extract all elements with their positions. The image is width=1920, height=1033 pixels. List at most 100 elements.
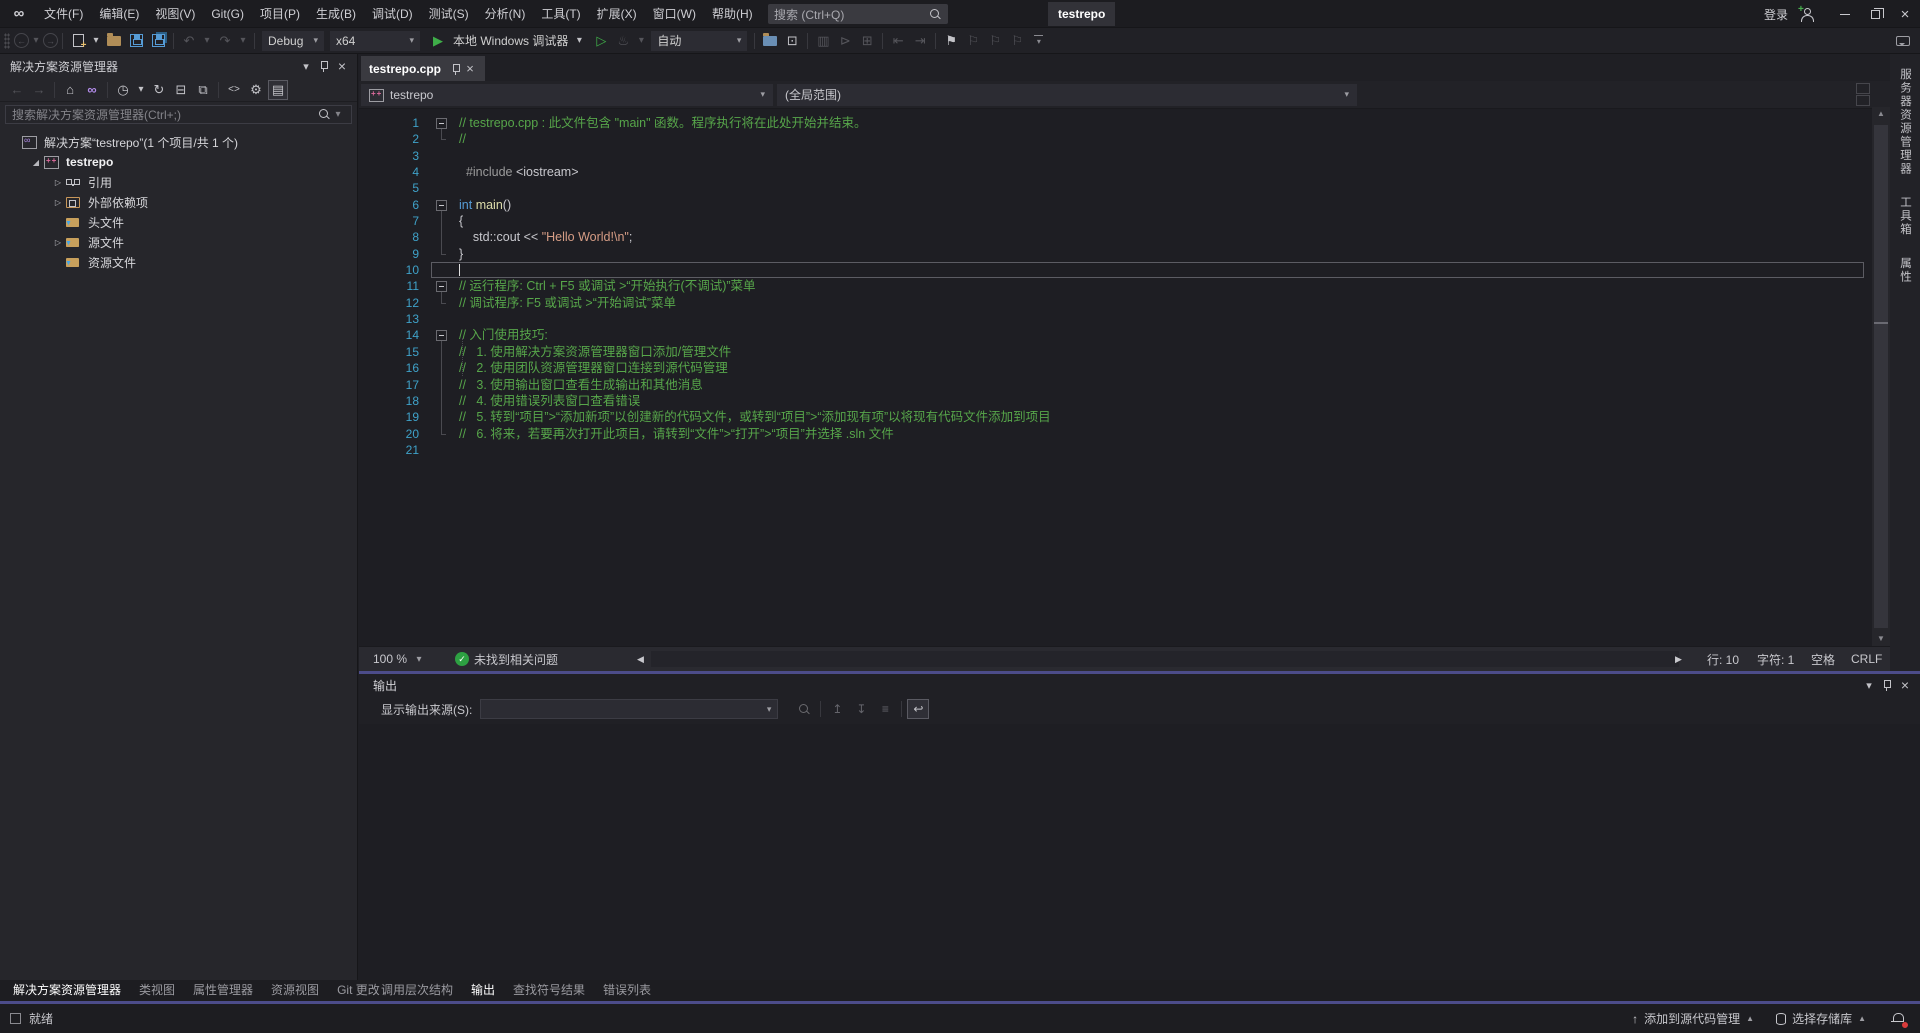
toolbar-overflow-icon[interactable]: ▾ <box>1034 35 1043 46</box>
line-number[interactable]: 15 <box>359 344 425 360</box>
scroll-up-icon[interactable]: ▲ <box>1872 107 1890 121</box>
toggle-word-wrap-icon[interactable]: ↩ <box>907 699 929 719</box>
start-without-debugging-icon[interactable]: ▷ <box>591 31 611 51</box>
collapse-all-icon[interactable]: ⊟ <box>171 80 191 100</box>
increase-indent-icon[interactable]: ⇥ <box>910 31 930 51</box>
line-number[interactable]: 1 <box>359 115 425 131</box>
tool-window-tab[interactable]: 查找符号结果 <box>504 980 594 1001</box>
se-forward-icon[interactable]: → <box>29 80 49 100</box>
solution-explorer-search-box[interactable]: 搜索解决方案资源管理器(Ctrl+;) ▾ <box>5 105 352 124</box>
tab-close-icon[interactable]: × <box>463 60 477 78</box>
split-window-buttons[interactable] <box>1856 83 1870 107</box>
hscroll-left-icon[interactable]: ◀ <box>637 647 644 671</box>
tool-window-tab[interactable]: 解决方案资源管理器 <box>4 980 130 1001</box>
toolbar-drag-handle[interactable] <box>4 33 10 49</box>
output-window-position-icon[interactable]: ▾ <box>1860 676 1878 694</box>
menu-item[interactable]: 编辑(E) <box>91 0 147 28</box>
next-message-icon[interactable]: ↧ <box>850 699 872 719</box>
menu-item[interactable]: 测试(S) <box>421 0 477 28</box>
redo-dropdown-icon[interactable]: ▾ <box>237 31 249 51</box>
line-number[interactable]: 3 <box>359 148 425 164</box>
tree-item[interactable]: 资源文件 <box>0 252 357 272</box>
type-scope-dropdown[interactable]: (全局范围) ▾ <box>777 84 1357 106</box>
line-number[interactable]: 16 <box>359 360 425 376</box>
output-content[interactable] <box>359 724 1920 980</box>
fold-collapse-icon[interactable] <box>431 197 453 213</box>
send-feedback-icon[interactable] <box>1896 36 1910 46</box>
output-source-dropdown[interactable]: ▾ <box>480 699 778 719</box>
fold-collapse-icon[interactable] <box>431 327 453 343</box>
line-number[interactable]: 19 <box>359 409 425 425</box>
attach-mode-dropdown[interactable]: 自动▾ <box>651 31 747 51</box>
restore-button[interactable] <box>1860 0 1890 28</box>
menu-item[interactable]: 视图(V) <box>147 0 203 28</box>
expander-icon[interactable] <box>28 158 44 167</box>
char-indicator[interactable]: 字符: 1 <box>1757 647 1794 671</box>
paste-icon[interactable]: ⊞ <box>857 31 877 51</box>
clear-bookmarks-icon[interactable]: ⚐ <box>1007 31 1027 51</box>
collapsed-tool-window-tab[interactable]: 属性 <box>1897 253 1913 284</box>
properties-wrench-icon[interactable]: ⚙ <box>246 80 266 100</box>
undo-icon[interactable]: ↶ <box>179 31 199 51</box>
decrease-indent-icon[interactable]: ⇤ <box>888 31 908 51</box>
next-bookmark-icon[interactable]: ⚐ <box>985 31 1005 51</box>
document-tab-testrepo-cpp[interactable]: testrepo.cpp × <box>361 56 485 81</box>
sign-in-button[interactable]: 登录 <box>1764 6 1788 23</box>
menu-item[interactable]: 生成(B) <box>308 0 364 28</box>
tool-window-tab[interactable]: 属性管理器 <box>184 980 262 1001</box>
solution-configuration-dropdown[interactable]: Debug▾ <box>262 31 324 51</box>
line-number[interactable]: 8 <box>359 229 425 245</box>
line-number[interactable]: 5 <box>359 180 425 196</box>
sync-with-active-document-icon[interactable]: ⧉ <box>193 80 213 100</box>
prev-bookmark-icon[interactable]: ⚐ <box>963 31 983 51</box>
line-number[interactable]: 13 <box>359 311 425 327</box>
collapsed-tool-window-tab[interactable]: 服务器资源管理器 <box>1897 64 1913 176</box>
navigate-forward-icon[interactable]: → <box>43 33 58 48</box>
find-message-icon[interactable] <box>793 699 815 719</box>
expander-icon[interactable] <box>50 238 66 247</box>
save-all-icon[interactable] <box>148 31 168 51</box>
tool-window-tab[interactable]: 资源视图 <box>262 980 328 1001</box>
show-all-files-icon[interactable]: ▤ <box>268 80 288 100</box>
view-code-icon[interactable]: <> <box>224 80 244 100</box>
tree-item[interactable]: 外部依赖项 <box>0 192 357 212</box>
redo-icon[interactable]: ↷ <box>215 31 235 51</box>
background-tasks-icon[interactable] <box>10 1013 21 1024</box>
save-icon[interactable] <box>126 31 146 51</box>
code-metrics-icon[interactable]: ▥ <box>813 31 833 51</box>
line-number[interactable]: 18 <box>359 393 425 409</box>
line-number[interactable]: 21 <box>359 442 425 458</box>
line-indicator[interactable]: 行: 10 <box>1707 647 1739 671</box>
line-number[interactable]: 6 <box>359 197 425 213</box>
scroll-down-icon[interactable]: ▼ <box>1872 632 1890 646</box>
menu-item[interactable]: 文件(F) <box>36 0 91 28</box>
pending-changes-filter-icon[interactable]: ◷ <box>113 80 133 100</box>
line-number[interactable]: 17 <box>359 377 425 393</box>
output-pin-icon[interactable] <box>1878 676 1896 694</box>
tab-pin-icon[interactable] <box>449 60 463 78</box>
line-number[interactable]: 2 <box>359 131 425 147</box>
toggle-bookmark-icon[interactable]: ⚑ <box>941 31 961 51</box>
close-button[interactable]: × <box>1890 0 1920 28</box>
line-number[interactable]: 4 <box>359 164 425 180</box>
notifications-bell-icon[interactable] <box>1890 1011 1906 1027</box>
hot-reload-icon[interactable]: ♨ <box>613 31 633 51</box>
menu-item[interactable]: 窗口(W) <box>645 0 704 28</box>
tree-item[interactable]: testrepo <box>0 152 357 172</box>
tool-window-tab[interactable]: 类视图 <box>130 980 184 1001</box>
document-health-indicator[interactable]: ✓ 未找到相关问题 <box>455 647 558 671</box>
se-back-icon[interactable]: ← <box>7 80 27 100</box>
select-repository-button[interactable]: 选择存储库 ▲ <box>1776 1010 1866 1027</box>
output-close-icon[interactable]: × <box>1896 676 1914 694</box>
select-tool-icon[interactable]: ⊳ <box>835 31 855 51</box>
solution-platform-dropdown[interactable]: x64▾ <box>330 31 420 51</box>
menu-item[interactable]: 调试(D) <box>364 0 421 28</box>
open-file-icon[interactable] <box>104 31 124 51</box>
code-editor[interactable]: 1// testrepo.cpp : 此文件包含 "main" 函数。程序执行将… <box>359 115 1866 646</box>
all-windows-icon[interactable]: ⊡ <box>782 31 802 51</box>
eol-indicator[interactable]: CRLF <box>1851 647 1882 671</box>
find-in-files-icon[interactable] <box>760 31 780 51</box>
expander-icon[interactable] <box>50 178 66 187</box>
refresh-icon[interactable]: ↻ <box>149 80 169 100</box>
fold-collapse-icon[interactable] <box>431 278 453 294</box>
